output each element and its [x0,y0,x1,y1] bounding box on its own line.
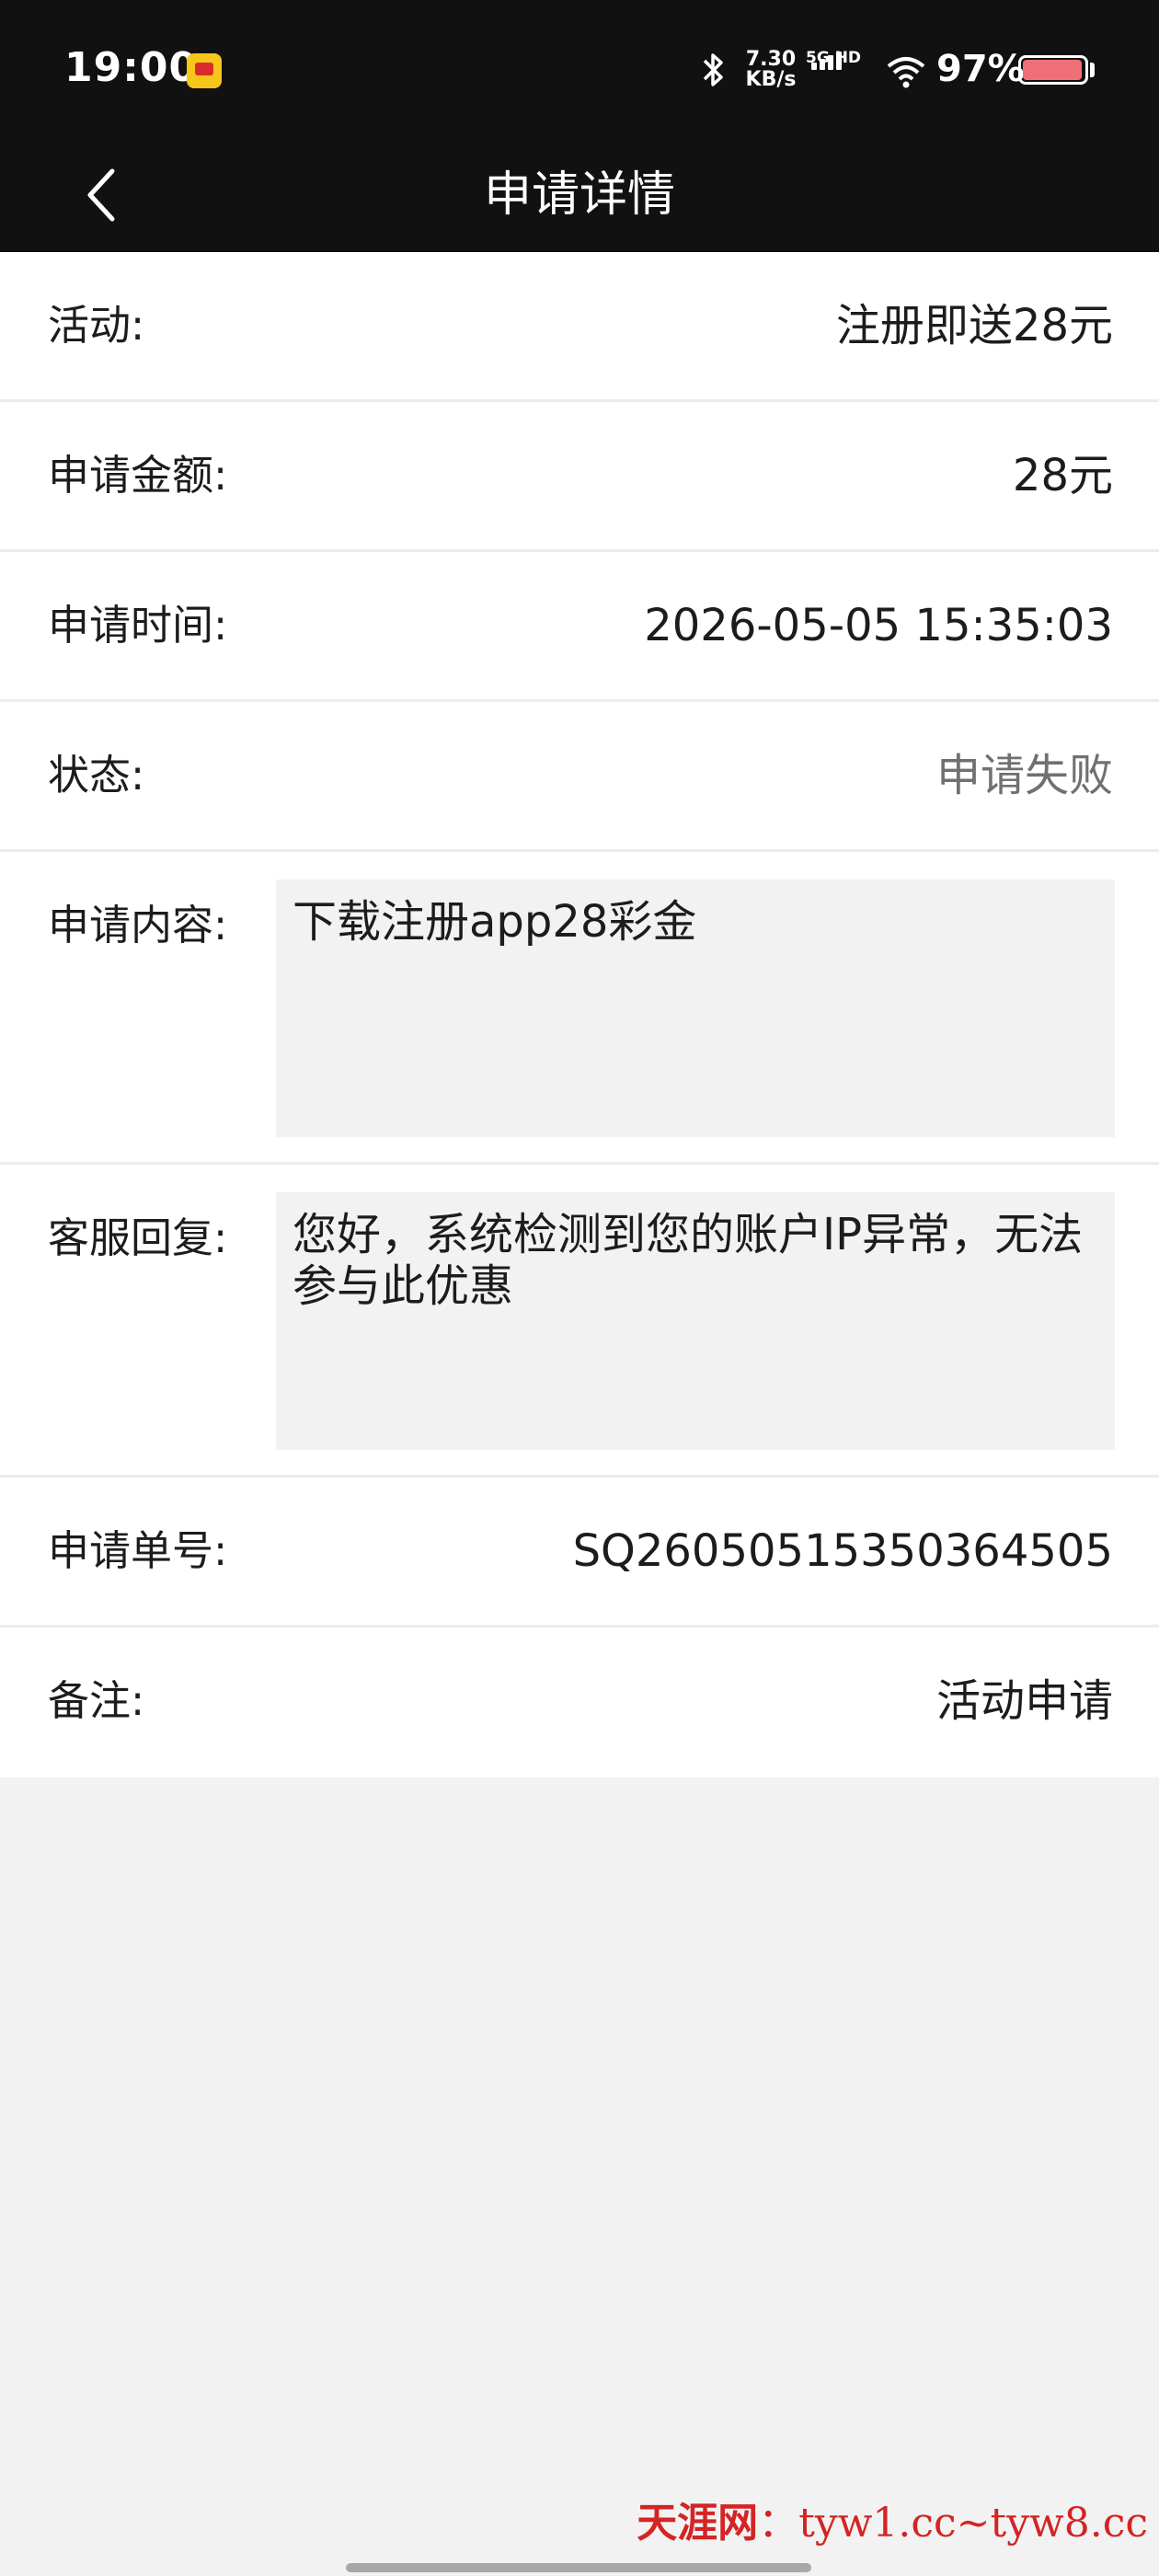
net-speed-unit: KB/s [745,68,797,91]
signal-icon: 5G HD [806,50,870,90]
detail-row-time: 申请时间: 2026-05-05 15:35:03 [0,552,1159,702]
chevron-left-icon [87,168,115,222]
time-label: 申请时间: [48,601,228,650]
time-value: 2026-05-05 15:35:03 [644,600,1113,651]
home-indicator[interactable] [346,2563,811,2572]
content-text-box: 下载注册app28彩金 [276,880,1115,1137]
nav-bar: 申请详情 [0,138,1159,252]
activity-value: 注册即送28元 [835,300,1113,351]
net-speed-value: 7.30 [745,48,797,71]
status-time: 19:00 [64,44,199,91]
app-notification-icon [187,53,222,88]
reply-text-box: 您好，系统检测到您的账户IP异常，无法参与此优惠 [276,1192,1115,1450]
detail-row-content: 申请内容: 下载注册app28彩金 [0,852,1159,1165]
status-bar: 19:00 7.30 KB/s 5G HD 97% [0,0,1159,138]
battery-tip [1090,63,1095,77]
remark-label: 备注: [48,1676,145,1725]
detail-row-amount: 申请金额: 28元 [0,402,1159,552]
status-value: 申请失败 [935,750,1113,801]
bluetooth-icon [703,53,723,86]
remark-value: 活动申请 [935,1675,1113,1727]
detail-row-status: 状态: 申请失败 [0,702,1159,852]
detail-row-activity: 活动: 注册即送28元 [0,252,1159,402]
watermark-urls: tyw1.cc~tyw8.cc [798,2500,1148,2547]
back-button[interactable] [64,156,138,234]
battery-icon [1018,55,1088,85]
application-detail-list: 活动: 注册即送28元 申请金额: 28元 申请时间: 2026-05-05 1… [0,252,1159,1777]
amount-value: 28元 [1012,450,1113,501]
battery-fill [1023,60,1083,80]
watermark-site: 天涯网 [637,2500,759,2547]
page-title: 申请详情 [483,167,675,223]
status-label: 状态: [48,751,145,799]
order-no-label: 申请单号: [48,1526,228,1575]
detail-row-remark: 备注: 活动申请 [0,1627,1159,1777]
activity-label: 活动: [48,301,145,350]
wifi-icon [887,57,925,88]
net-speed: 7.30 KB/s [745,50,797,90]
battery-percent: 97% [936,48,1025,90]
content-label: 申请内容: [48,901,228,949]
detail-row-reply: 客服回复: 您好，系统检测到您的账户IP异常，无法参与此优惠 [0,1165,1159,1478]
watermark-separator: ： [758,2500,799,2547]
watermark: 天涯网：tyw1.cc~tyw8.cc [637,2490,1148,2548]
reply-label: 客服回复: [48,1213,228,1262]
order-no-value: SQ26050515350364505 [572,1525,1113,1577]
amount-label: 申请金额: [48,451,228,500]
detail-row-order-no: 申请单号: SQ26050515350364505 [0,1478,1159,1627]
